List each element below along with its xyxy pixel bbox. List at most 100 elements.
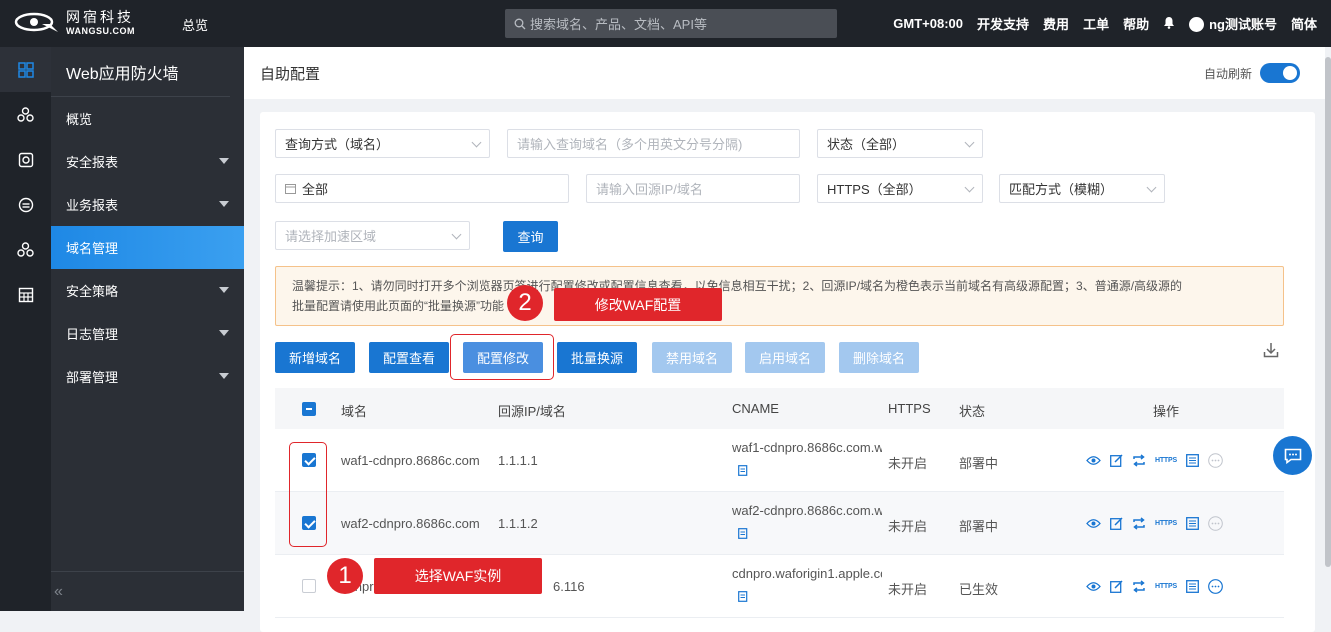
copy-icon[interactable] [738, 463, 749, 479]
rail-item-table[interactable] [0, 272, 51, 317]
date-range-picker[interactable]: 全部 [275, 174, 569, 203]
table-header: 域名 回源IP/域名 CNAME HTTPS 状态 操作 [275, 388, 1284, 429]
caret-down-icon [219, 158, 229, 164]
chevron-down-icon [1146, 182, 1157, 193]
refresh-icon[interactable] [1132, 454, 1146, 467]
region-select[interactable]: 请选择加速区域 [275, 221, 470, 250]
eye-icon[interactable] [1086, 581, 1101, 592]
account-menu[interactable]: ng测试账号 [1189, 14, 1277, 33]
https-filter-value: HTTPS（全部） [827, 182, 922, 197]
caret-down-icon [219, 330, 229, 336]
tip-line-1: 温馨提示：1、请勿同时打开多个浏览器页签进行配置修改或配置信息查看，以免信息相互… [292, 279, 1183, 293]
col-domain: 域名 [341, 404, 368, 419]
enable-domain-button[interactable]: 启用域名 [745, 342, 825, 373]
more-icon[interactable] [1208, 579, 1223, 594]
bell-icon[interactable] [1163, 16, 1175, 32]
help-link[interactable]: 帮助 [1123, 14, 1149, 33]
rail-item-dashboard[interactable] [0, 47, 51, 92]
annotation-highlight-checkboxes [289, 442, 327, 547]
query-button[interactable]: 查询 [503, 221, 558, 252]
tickets-link[interactable]: 工单 [1083, 14, 1109, 33]
copy-icon[interactable] [738, 526, 749, 542]
rail-item-app[interactable] [0, 182, 51, 227]
row-status: 部署中 [959, 519, 999, 534]
page-scrollbar[interactable] [1325, 47, 1331, 611]
row-domain: waf2-cdnpro.8686c.com [341, 516, 480, 531]
shield-icon [18, 152, 33, 167]
table-row[interactable]: waf1-cdnpro.8686c.com 1.1.1.1 waf1-cdnpr… [275, 429, 1284, 492]
batch-change-origin-button[interactable]: 批量换源 [557, 342, 637, 373]
col-cname: CNAME [732, 401, 779, 416]
more-icon[interactable] [1208, 516, 1223, 531]
sidebar-item-security-policy[interactable]: 安全策略 [51, 269, 244, 312]
language-selector[interactable]: 简体 [1291, 14, 1317, 33]
sidebar-item-deploy-management[interactable]: 部署管理 [51, 355, 244, 398]
fees-link[interactable]: 费用 [1043, 14, 1069, 33]
page-header: 自助配置 自动刷新 [244, 47, 1331, 99]
rail-item-network[interactable] [0, 227, 51, 272]
row-origin: 1.1.1.1 [498, 453, 538, 468]
global-search-input[interactable]: 搜索域名、产品、文档、API等 [505, 9, 837, 38]
edit-icon[interactable] [1110, 517, 1123, 530]
dev-support-link[interactable]: 开发支持 [977, 14, 1029, 33]
scrollbar-thumb[interactable] [1325, 57, 1331, 567]
rail-item-security[interactable] [0, 137, 51, 182]
https-icon[interactable]: HTTPS [1155, 520, 1177, 527]
https-icon[interactable]: HTTPS [1155, 583, 1177, 590]
eye-icon[interactable] [1086, 455, 1101, 466]
add-domain-button[interactable]: 新增域名 [275, 342, 355, 373]
edit-icon[interactable] [1110, 454, 1123, 467]
row-origin: 6.116 [553, 579, 585, 594]
chat-support-button[interactable] [1273, 436, 1312, 475]
avatar [1189, 17, 1205, 32]
sidebar-item-domain-management[interactable]: 域名管理 [51, 226, 244, 269]
sidebar-item-label: 安全报表 [66, 155, 119, 170]
auto-refresh-toggle[interactable] [1260, 63, 1300, 83]
select-all-checkbox[interactable] [302, 402, 316, 416]
origin-search-input[interactable]: 请输入回源IP/域名 [586, 174, 800, 203]
disable-domain-button[interactable]: 禁用域名 [652, 342, 732, 373]
table-icon[interactable] [1186, 454, 1199, 467]
https-icon[interactable]: HTTPS [1155, 457, 1177, 464]
table-icon[interactable] [1186, 580, 1199, 593]
sidebar-collapse-button[interactable]: « [51, 571, 244, 611]
match-mode-select[interactable]: 匹配方式（模糊） [999, 174, 1165, 203]
copy-icon[interactable] [738, 589, 749, 605]
refresh-icon[interactable] [1132, 517, 1146, 530]
caret-down-icon [219, 201, 229, 207]
eye-icon[interactable] [1086, 518, 1101, 529]
wangsu-logo[interactable]: 网宿科技 WANGSU.COM [14, 10, 135, 36]
sidebar-item-overview[interactable]: 概览 [51, 97, 244, 140]
query-mode-select[interactable]: 查询方式（域名） [275, 129, 490, 158]
https-select[interactable]: HTTPS（全部） [817, 174, 983, 203]
logo-chinese-text: 网宿科技 [66, 9, 134, 26]
sidebar-item-security-reports[interactable]: 安全报表 [51, 140, 244, 183]
timezone-selector[interactable]: GMT+08:00 [893, 16, 963, 31]
status-select[interactable]: 状态（全部） [817, 129, 983, 158]
product-icon-rail [0, 47, 51, 611]
sidebar-item-log-management[interactable]: 日志管理 [51, 312, 244, 355]
col-origin: 回源IP/域名 [498, 404, 566, 419]
row-operations: HTTPS [1086, 516, 1232, 531]
domain-search-input[interactable]: 请输入查询域名（多个用英文分号分隔) [507, 129, 800, 158]
sidebar-item-label: 日志管理 [66, 327, 119, 342]
sidebar-item-label: 域名管理 [66, 241, 119, 256]
table-icon[interactable] [1186, 517, 1199, 530]
col-ops: 操作 [1153, 404, 1180, 419]
rail-item-cdn[interactable] [0, 92, 51, 137]
page-title: 自助配置 [260, 65, 321, 83]
nav-overview-link[interactable]: 总览 [182, 15, 208, 34]
edit-icon[interactable] [1110, 580, 1123, 593]
chevron-down-icon [471, 137, 482, 148]
view-config-button[interactable]: 配置查看 [369, 342, 449, 373]
row-checkbox[interactable] [302, 579, 316, 593]
delete-domain-button[interactable]: 删除域名 [839, 342, 919, 373]
sidebar-item-business-reports[interactable]: 业务报表 [51, 183, 244, 226]
download-icon[interactable] [1263, 342, 1279, 361]
refresh-icon[interactable] [1132, 580, 1146, 593]
more-icon[interactable] [1208, 453, 1223, 468]
table-row[interactable]: waf2-cdnpro.8686c.com 1.1.1.2 waf2-cdnpr… [275, 492, 1284, 555]
col-status: 状态 [959, 404, 986, 419]
search-icon [514, 18, 526, 29]
cluster-icon [17, 241, 34, 257]
